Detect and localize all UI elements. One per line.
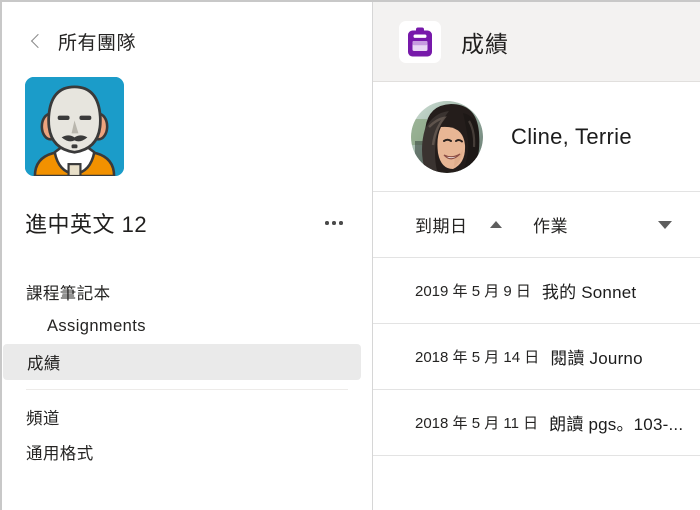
caret-up-icon bbox=[489, 221, 502, 228]
cell-due-date: 2018 年 5 月 14 日 bbox=[415, 349, 540, 366]
team-sidebar: 所有團隊 進中英文 12 課程筆記本 Assignments 成績 頻道 通用格… bbox=[2, 2, 372, 510]
sidebar-item-assignments[interactable]: Assignments bbox=[2, 309, 372, 344]
panel-header: 成績 bbox=[373, 2, 700, 82]
more-dot bbox=[339, 221, 343, 225]
sidebar-item-label: 課程筆記本 bbox=[26, 284, 111, 303]
more-dot bbox=[325, 221, 329, 225]
student-name: Cline, Terrie bbox=[511, 123, 632, 149]
column-header-label: 作業 bbox=[533, 217, 568, 236]
sidebar-item-label: 通用格式 bbox=[26, 444, 94, 463]
back-to-all-teams-label: 所有團隊 bbox=[58, 32, 137, 54]
more-dot bbox=[332, 221, 336, 225]
sidebar-item-channels[interactable]: 頻道 bbox=[2, 399, 372, 434]
sidebar-item-grades[interactable]: 成績 bbox=[3, 344, 361, 380]
clipboard-icon bbox=[399, 20, 441, 63]
cell-due-date: 2018 年 5 月 11 日 bbox=[415, 415, 539, 432]
panel-title: 成績 bbox=[461, 30, 509, 57]
table-row[interactable]: 2018 年 5 月 11 日 朗讀 pgs。103-... bbox=[373, 390, 700, 456]
table-row[interactable]: 2019 年 5 月 9 日 我的 Sonnet bbox=[373, 258, 700, 324]
sidebar-item-label: 成績 bbox=[27, 355, 61, 373]
cell-assignment: 閱讀 Journo bbox=[550, 349, 643, 368]
team-name: 進中英文 12 bbox=[25, 212, 148, 237]
grades-table-header: 到期日 作業 bbox=[373, 192, 700, 258]
sidebar-item-class-notebook[interactable]: 課程筆記本 bbox=[2, 274, 372, 309]
team-title-row: 進中英文 12 bbox=[25, 207, 349, 239]
table-row[interactable]: 2018 年 5 月 14 日 閱讀 Journo bbox=[373, 324, 700, 390]
sidebar-item-general[interactable]: 通用格式 bbox=[2, 434, 372, 469]
chevron-left-icon bbox=[28, 33, 44, 49]
grades-panel: 成績 Cline, Terrie 到期日 作業 2019 年 5 月 9 日 我… bbox=[372, 2, 700, 510]
sidebar-item-label: Assignments bbox=[47, 317, 146, 335]
column-header-due-date[interactable]: 到期日 bbox=[415, 212, 533, 237]
column-header-assignment[interactable]: 作業 bbox=[533, 212, 700, 237]
teams-education-window: 所有團隊 進中英文 12 課程筆記本 Assignments 成績 頻道 通用格… bbox=[0, 0, 700, 510]
cell-assignment: 我的 Sonnet bbox=[541, 283, 637, 302]
back-to-all-teams-button[interactable]: 所有團隊 bbox=[2, 24, 372, 58]
column-header-label: 到期日 bbox=[415, 217, 468, 236]
caret-down-icon bbox=[658, 220, 672, 229]
sidebar-item-label: 頻道 bbox=[26, 409, 60, 428]
cell-due-date: 2019 年 5 月 9 日 bbox=[415, 283, 531, 300]
team-nav-list: 課程筆記本 Assignments 成績 頻道 通用格式 bbox=[2, 274, 372, 469]
cell-assignment: 朗讀 pgs。103-... bbox=[549, 415, 684, 434]
team-more-options-button[interactable] bbox=[319, 213, 349, 233]
avatar bbox=[411, 100, 483, 173]
team-avatar bbox=[25, 77, 124, 176]
student-header: Cline, Terrie bbox=[373, 82, 700, 192]
sidebar-divider bbox=[26, 389, 348, 390]
